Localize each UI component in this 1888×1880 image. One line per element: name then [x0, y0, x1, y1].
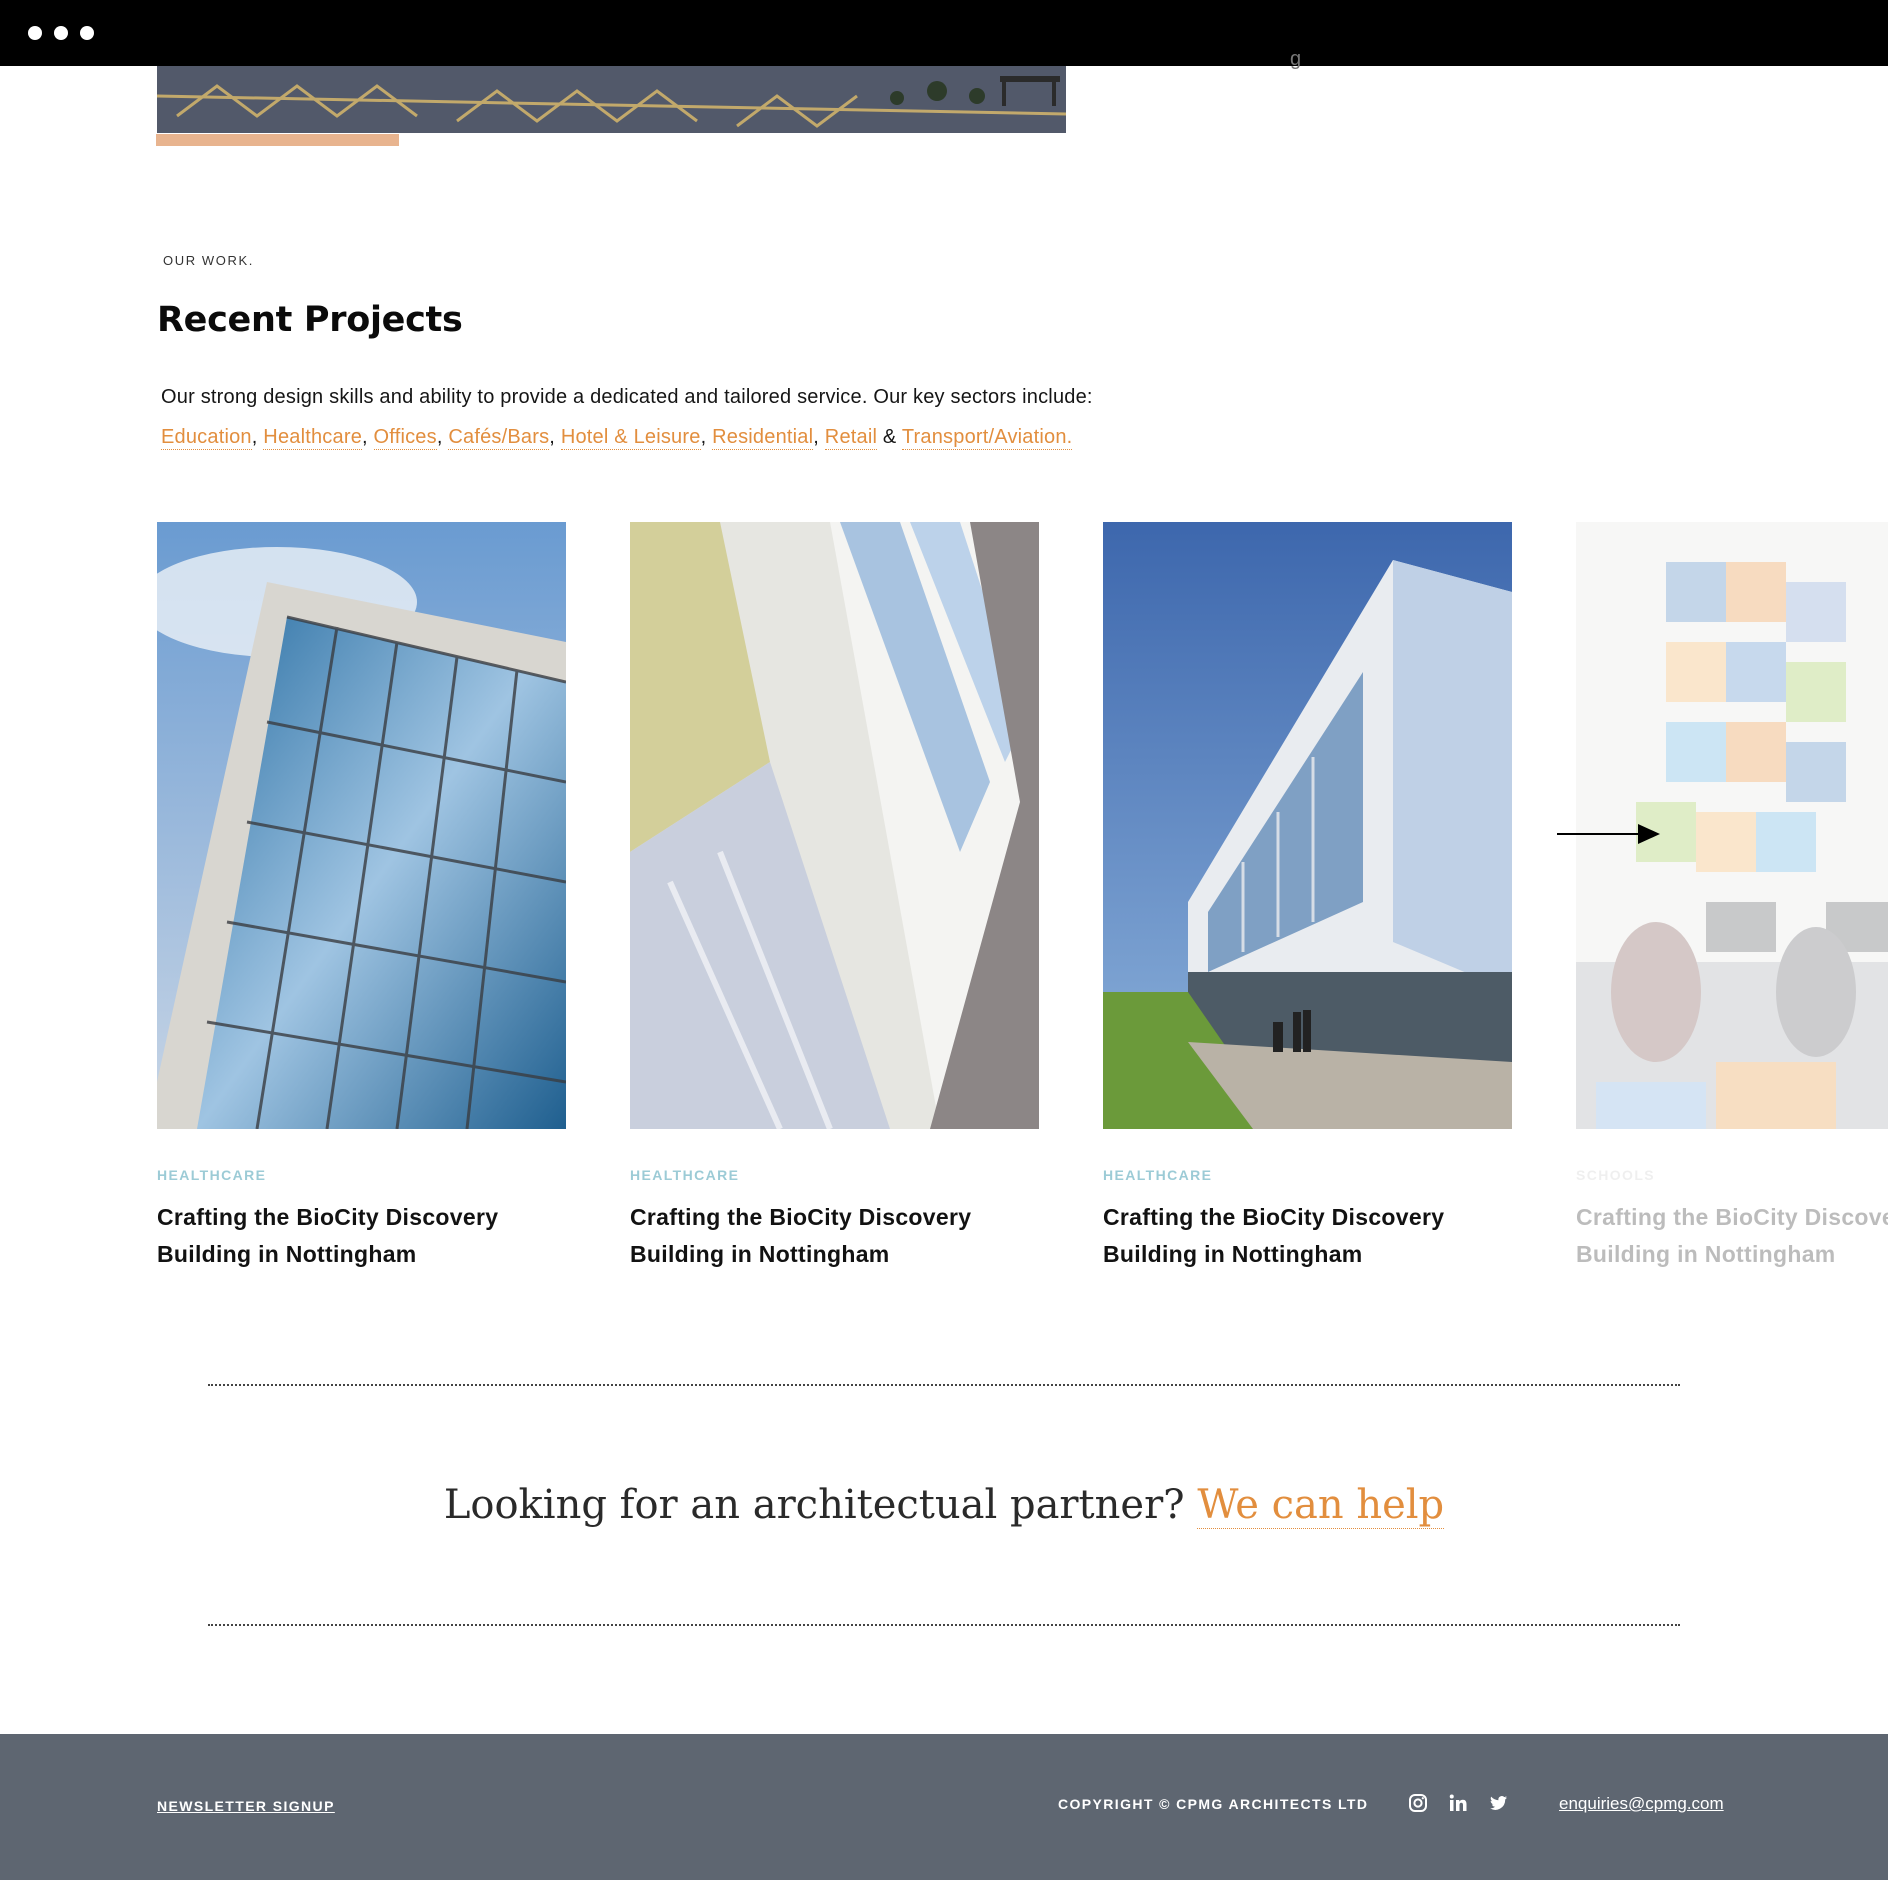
sector-link-hotel-leisure[interactable]: Hotel & Leisure	[560, 426, 701, 450]
sector-link-retail[interactable]: Retail	[824, 426, 878, 450]
project-card[interactable]: HEALTHCARE Crafting the BioCity Discover…	[630, 522, 1039, 1273]
instagram-icon[interactable]	[1407, 1792, 1429, 1814]
window-dot-icon	[80, 26, 94, 40]
project-category: HEALTHCARE	[630, 1167, 740, 1183]
project-card[interactable]: HEALTHCARE Crafting the BioCity Discover…	[157, 522, 566, 1273]
site-footer: NEWSLETTER SIGNUP COPYRIGHT © CPMG ARCHI…	[0, 1734, 1888, 1880]
sector-ampersand: &	[882, 426, 897, 448]
project-category: HEALTHCARE	[157, 1167, 267, 1183]
project-image	[157, 522, 566, 1129]
project-title[interactable]: Crafting the BioCity Discovery Building …	[157, 1199, 577, 1273]
section-title: Recent Projects	[157, 300, 463, 340]
browser-top-bar	[0, 0, 1888, 66]
divider-top	[208, 1384, 1680, 1386]
sector-link-residential[interactable]: Residential	[712, 426, 814, 450]
sector-link-healthcare[interactable]: Healthcare	[263, 426, 363, 450]
sector-separator: ,	[813, 426, 820, 448]
section-intro: Our strong design skills and ability to …	[161, 386, 1093, 408]
project-title[interactable]: Crafting the BioCity Discovery Building …	[630, 1199, 1050, 1273]
window-dot-icon	[28, 26, 42, 40]
project-image	[1103, 522, 1512, 1129]
hero-caption-fragment: g	[1290, 48, 1302, 70]
sector-separator: ,	[251, 426, 258, 448]
twitter-icon[interactable]	[1487, 1792, 1509, 1814]
sector-separator: ,	[549, 426, 556, 448]
project-title[interactable]: Crafting the BioCity Discovery Building …	[1103, 1199, 1523, 1273]
sector-links: Education, Healthcare, Offices, Cafés/Ba…	[161, 426, 1073, 450]
sector-link-offices[interactable]: Offices	[373, 426, 437, 450]
section-eyebrow: OUR WORK.	[163, 253, 254, 268]
project-image	[630, 522, 1039, 1129]
project-category: SCHOOLS	[1576, 1167, 1656, 1183]
sector-link-cafes-bars[interactable]: Cafés/Bars	[448, 426, 550, 450]
cta-section: Looking for an architectual partner? We …	[0, 1482, 1888, 1529]
linkedin-icon[interactable]	[1447, 1792, 1469, 1814]
window-dot-icon	[54, 26, 68, 40]
email-link[interactable]: enquiries@cpmg.com	[1559, 1794, 1724, 1814]
copyright-text: COPYRIGHT © CPMG ARCHITECTS LTD	[1058, 1796, 1369, 1812]
cta-link[interactable]: We can help	[1197, 1482, 1445, 1529]
project-title[interactable]: Crafting the BioCity Discovery Building …	[1576, 1199, 1888, 1273]
project-card[interactable]: HEALTHCARE Crafting the BioCity Discover…	[1103, 522, 1512, 1273]
sector-link-transport-aviation[interactable]: Transport/Aviation.	[901, 426, 1073, 450]
sector-separator: ,	[700, 426, 707, 448]
newsletter-signup-link[interactable]: NEWSLETTER SIGNUP	[157, 1798, 335, 1814]
sector-separator: ,	[362, 426, 368, 448]
divider-bottom	[208, 1624, 1680, 1626]
sector-link-education[interactable]: Education	[161, 426, 252, 450]
hero-accent-bar	[156, 134, 399, 146]
hero-image	[157, 66, 1066, 133]
project-category: HEALTHCARE	[1103, 1167, 1213, 1183]
cta-question: Looking for an architectual partner?	[443, 1482, 1185, 1528]
arrow-right-icon[interactable]	[1557, 822, 1660, 846]
project-card[interactable]: SCHOOLS Crafting the BioCity Discovery B…	[1576, 522, 1888, 1273]
sector-separator: ,	[436, 426, 443, 448]
